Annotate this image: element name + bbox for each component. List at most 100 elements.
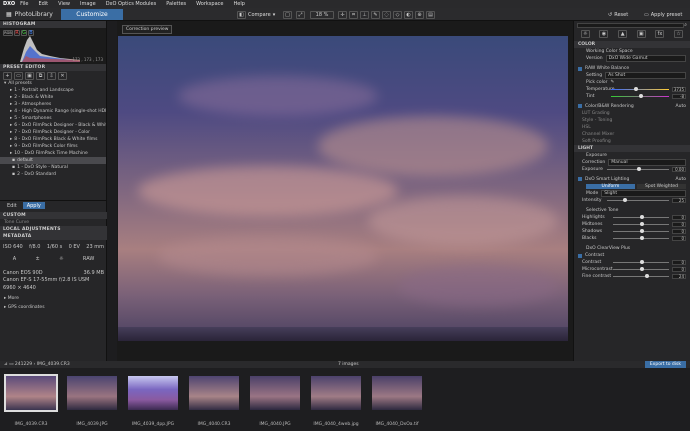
- tint-slider[interactable]: [611, 94, 669, 98]
- spot-weighted-button[interactable]: Spot Weighted: [637, 184, 686, 189]
- crop-icon[interactable]: ⌗: [349, 10, 358, 19]
- tone-slider[interactable]: [613, 236, 669, 240]
- menu-palettes[interactable]: Palettes: [161, 1, 191, 7]
- intensity-slider[interactable]: [607, 198, 669, 202]
- horizon-icon[interactable]: ⊥: [360, 10, 369, 19]
- preset-item[interactable]: ▸ 3 - Atmospheres: [0, 101, 106, 108]
- tone-value[interactable]: 0: [672, 236, 686, 241]
- fit-button[interactable]: □: [283, 10, 292, 19]
- export-to-disk-button[interactable]: Export to disk: [644, 361, 686, 368]
- exposure-knob[interactable]: [636, 167, 641, 171]
- geometry-tab-icon[interactable]: ▣: [636, 29, 646, 38]
- color-rendering-row[interactable]: Color/B&W Rendering Auto: [574, 103, 690, 110]
- intensity-knob[interactable]: [622, 198, 627, 202]
- preset-item[interactable]: ▸ 10 - DxO FilmPack Time Machine: [0, 150, 106, 157]
- contrast-value[interactable]: 24: [672, 274, 686, 279]
- temperature-slider[interactable]: [611, 87, 669, 91]
- contrast-knob[interactable]: [639, 260, 644, 264]
- menu-view[interactable]: View: [53, 1, 75, 7]
- preset-item[interactable]: ▸ 6 - DxO FilmPack Designer - Black & Whi…: [0, 122, 106, 129]
- menu-file[interactable]: File: [15, 1, 33, 7]
- tone-curve-item[interactable]: Tone Curve: [0, 219, 107, 226]
- menu-image[interactable]: Image: [75, 1, 101, 7]
- search-input[interactable]: [577, 22, 685, 28]
- lut-grading[interactable]: LUT Grading: [574, 110, 690, 117]
- preset-item[interactable]: ▸ 5 - Smartphones: [0, 115, 106, 122]
- import-icon[interactable]: ⇩: [47, 72, 56, 80]
- style-toning[interactable]: Style - Toning: [574, 117, 690, 124]
- folder-icon[interactable]: ▭: [14, 72, 23, 80]
- contrast-value[interactable]: 0: [672, 267, 686, 272]
- version-select[interactable]: DxO Wide Gamut: [605, 55, 686, 62]
- watermark-icon[interactable]: ▤: [426, 10, 435, 19]
- menu-edit[interactable]: Edit: [33, 1, 53, 7]
- light-tab-icon[interactable]: ☼: [580, 29, 590, 38]
- soft-proofing[interactable]: Soft Proofing: [574, 138, 690, 145]
- preset-item[interactable]: ▸ 9 - DxO FilmPack Color films: [0, 143, 106, 150]
- perspective-icon[interactable]: ◇: [393, 10, 402, 19]
- thumbnail[interactable]: [372, 376, 422, 410]
- apply-button[interactable]: Apply: [22, 202, 45, 209]
- tone-slider[interactable]: [613, 215, 669, 219]
- tone-value[interactable]: 0: [672, 222, 686, 227]
- favorites-tab-icon[interactable]: ☆: [674, 29, 684, 38]
- new-preset-icon[interactable]: +: [3, 72, 12, 80]
- tint-knob[interactable]: [638, 94, 643, 98]
- exposure-value[interactable]: 0.00: [672, 167, 686, 172]
- pick-color-row[interactable]: Pick color ✎: [574, 79, 690, 86]
- reset-button[interactable]: ↺ Reset: [608, 10, 628, 19]
- uniform-button[interactable]: Uniform: [586, 184, 635, 189]
- preset-item[interactable]: ▸ 2 - Black & White: [0, 94, 106, 101]
- gps-toggle[interactable]: ▸ GPS coordinates: [0, 304, 107, 311]
- color-rendering-checkbox[interactable]: [578, 104, 582, 108]
- thumbnail[interactable]: [250, 376, 300, 410]
- temperature-value[interactable]: 3735: [672, 87, 686, 92]
- clearview-row[interactable]: DxO ClearView Plus: [574, 245, 690, 252]
- thumbnail[interactable]: [67, 376, 117, 410]
- preset-item[interactable]: ▸ 8 - DxO FilmPack Black & White films: [0, 136, 106, 143]
- edit-button[interactable]: Edit: [3, 202, 21, 209]
- tone-knob[interactable]: [639, 215, 644, 219]
- tab-photolibrary[interactable]: ▦ PhotoLibrary: [0, 9, 60, 20]
- tone-knob[interactable]: [639, 236, 644, 240]
- more-toggle[interactable]: ▸ More: [0, 295, 107, 302]
- tone-slider[interactable]: [613, 222, 669, 226]
- temperature-knob[interactable]: [634, 87, 639, 91]
- smart-lighting-row[interactable]: DxO Smart Lighting Auto: [574, 176, 690, 183]
- menu-help[interactable]: Help: [228, 1, 249, 7]
- selective-tone-row[interactable]: Selective Tone: [574, 207, 690, 214]
- contrast-checkbox[interactable]: [578, 253, 582, 258]
- setting-select[interactable]: As Shot: [605, 72, 686, 79]
- main-photo[interactable]: [118, 36, 568, 341]
- duplicate-icon[interactable]: ⧉: [36, 72, 45, 80]
- contrast-knob[interactable]: [639, 267, 644, 271]
- crosshair-icon[interactable]: ✛: [338, 10, 347, 19]
- contrast-knob[interactable]: [645, 274, 650, 278]
- tab-customize[interactable]: Customize: [61, 9, 123, 20]
- tone-knob[interactable]: [639, 229, 644, 233]
- exposure-slider[interactable]: [607, 167, 669, 171]
- mode-select[interactable]: Slight: [601, 190, 686, 197]
- repair-icon[interactable]: ◌: [382, 10, 391, 19]
- contrast-slider[interactable]: [613, 274, 669, 278]
- color-rendering-auto[interactable]: Auto: [676, 104, 686, 109]
- fullscreen-button[interactable]: ⤢: [296, 10, 305, 19]
- preset-item[interactable]: ▪ default: [0, 157, 106, 164]
- color-tab-icon[interactable]: ◉: [599, 29, 609, 38]
- smart-lighting-checkbox[interactable]: [578, 177, 582, 181]
- raw-wb-checkbox[interactable]: [578, 66, 582, 71]
- eyedropper-icon[interactable]: ✎: [371, 10, 380, 19]
- mask-icon[interactable]: ◐: [404, 10, 413, 19]
- apply-preset-button[interactable]: ▭ Apply preset: [644, 10, 682, 19]
- raw-wb-header[interactable]: RAW White Balance: [574, 65, 690, 72]
- thumbnail[interactable]: [311, 376, 361, 410]
- detail-tab-icon[interactable]: ▲: [618, 29, 628, 38]
- contrast-slider[interactable]: [613, 267, 669, 271]
- contrast-value[interactable]: 0: [672, 260, 686, 265]
- local-adjust-icon[interactable]: ⊕: [415, 10, 424, 19]
- preset-root[interactable]: ▾ All presets: [0, 80, 106, 87]
- preset-item[interactable]: ▪ 1 - DxO Style - Natural: [0, 164, 106, 171]
- delete-icon[interactable]: ✕: [58, 72, 67, 80]
- channel-mixer[interactable]: Channel Mixer: [574, 131, 690, 138]
- preset-item[interactable]: ▸ 7 - DxO FilmPack Designer - Color: [0, 129, 106, 136]
